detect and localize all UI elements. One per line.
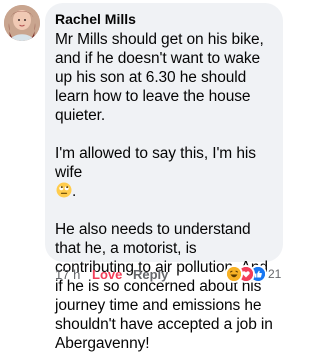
comment-actions: 17 h Love Reply 21 (45, 263, 287, 285)
avatar[interactable] (4, 5, 40, 41)
comment-paragraph: He also needs to understand that he, a m… (55, 221, 273, 352)
rolling-eyes-emoji-icon (56, 182, 72, 198)
haha-reaction-icon (225, 265, 243, 283)
comment-paragraph-text: I'm allowed to say this, I'm his wife (55, 145, 256, 181)
comment-body: Mr Mills should get on his bike, and if … (55, 30, 273, 353)
comment-timestamp[interactable]: 17 h (55, 266, 80, 284)
reaction-count: 21 (268, 267, 282, 281)
comment: Rachel Mills Mr Mills should get on his … (0, 0, 287, 352)
comment-author[interactable]: Rachel Mills (55, 11, 273, 28)
reply-button[interactable]: Reply (133, 266, 168, 284)
comment-punct: . (72, 183, 77, 200)
comment-paragraph: I'm allowed to say this, I'm his wife . (55, 144, 273, 201)
profile-photo-icon (4, 5, 40, 41)
comment-bubble: Rachel Mills Mr Mills should get on his … (45, 3, 283, 352)
comment-paragraph: Mr Mills should get on his bike, and if … (55, 31, 264, 124)
love-reaction-button[interactable]: Love (92, 266, 122, 284)
reaction-summary[interactable]: 21 (225, 263, 283, 285)
